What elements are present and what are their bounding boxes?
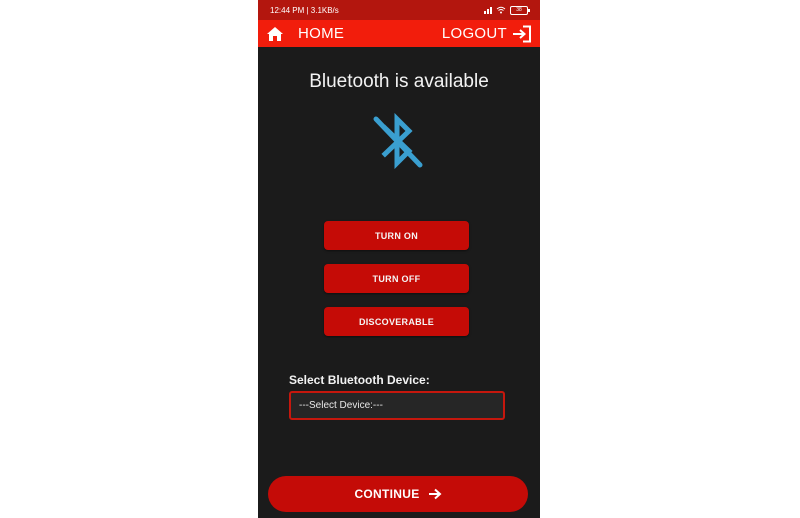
battery-icon: 38 [510, 5, 530, 15]
discoverable-button[interactable]: DISCOVERABLE [324, 307, 469, 336]
continue-button[interactable]: CONTINUE [268, 476, 528, 512]
status-bar: 12:44 PM | 3.1KB/s 38 [258, 0, 540, 20]
phone-screen: 12:44 PM | 3.1KB/s 38 HOME LOGOUT Blueto… [258, 0, 540, 518]
page-title: Bluetooth is available [309, 71, 489, 92]
logout-label[interactable]: LOGOUT [442, 25, 507, 42]
turn-off-button[interactable]: TURN OFF [324, 264, 469, 293]
wifi-icon [496, 6, 506, 14]
home-label[interactable]: HOME [298, 25, 344, 42]
home-icon[interactable] [266, 26, 284, 42]
select-device-label: Select Bluetooth Device: [289, 373, 430, 387]
device-select-value[interactable]: ---Select Device:--- [299, 400, 383, 411]
turn-on-button[interactable]: TURN ON [324, 221, 469, 250]
status-icons: 38 [484, 5, 530, 15]
signal-icon [484, 6, 492, 14]
arrow-right-icon[interactable] [428, 488, 442, 500]
bluetooth-disabled-icon [373, 113, 423, 169]
status-time: 12:44 PM | 3.1KB/s [270, 5, 339, 15]
app-bar: HOME LOGOUT [258, 20, 540, 47]
continue-label[interactable]: CONTINUE [354, 487, 419, 501]
device-select[interactable]: ---Select Device:--- [289, 391, 505, 420]
logout-icon[interactable] [512, 25, 532, 43]
home-nav[interactable]: HOME [266, 25, 344, 42]
logout-button[interactable]: LOGOUT [442, 25, 532, 43]
